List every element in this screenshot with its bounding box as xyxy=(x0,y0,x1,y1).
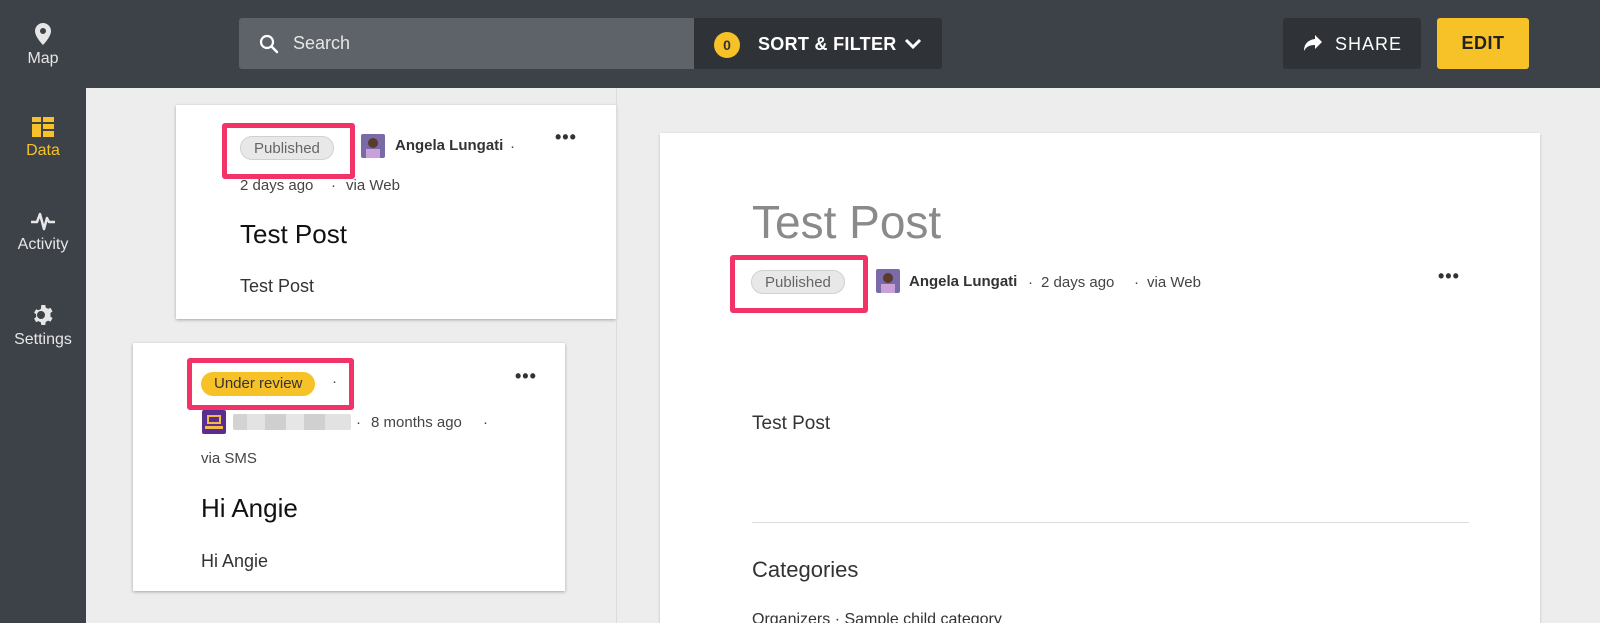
share-icon xyxy=(1304,35,1322,51)
data-icon xyxy=(32,117,54,137)
sidebar-item-data[interactable]: Data xyxy=(0,116,86,160)
sidebar-item-settings[interactable]: Settings xyxy=(0,303,86,349)
separator: · xyxy=(331,177,336,194)
chevron-down-icon xyxy=(904,38,922,50)
sidebar-item-label: Activity xyxy=(17,236,69,253)
gear-icon xyxy=(34,305,53,325)
share-button[interactable]: SHARE xyxy=(1283,18,1421,69)
more-options-icon[interactable]: ••• xyxy=(515,367,537,385)
sidebar: Map Data Activity Settings xyxy=(0,0,86,623)
sidebar-item-label: Settings xyxy=(14,331,72,348)
activity-icon xyxy=(31,212,55,231)
post-source: via Web xyxy=(1147,274,1201,291)
share-label: SHARE xyxy=(1335,34,1403,54)
post-time: 8 months ago xyxy=(371,414,462,431)
sort-filter-label: SORT & FILTER xyxy=(758,34,897,54)
post-title: Hi Angie xyxy=(201,493,298,523)
avatar xyxy=(202,410,226,434)
separator: · xyxy=(510,138,515,155)
categories-heading: Categories xyxy=(752,557,859,582)
edit-button[interactable]: EDIT xyxy=(1437,18,1529,69)
avatar xyxy=(876,269,900,293)
separator: · xyxy=(483,414,488,431)
post-title: Test Post xyxy=(240,219,347,249)
status-badge: Under review xyxy=(201,372,316,396)
sidebar-item-activity[interactable]: Activity xyxy=(0,210,86,254)
separator: · xyxy=(1134,274,1139,291)
search-icon xyxy=(259,34,279,54)
avatar xyxy=(361,134,385,158)
post-time: 2 days ago xyxy=(240,177,314,194)
search-input[interactable]: Search xyxy=(239,18,694,69)
detail-title: Test Post xyxy=(752,196,942,248)
sidebar-item-map[interactable]: Map xyxy=(0,22,86,68)
sidebar-item-label: Data xyxy=(26,142,60,159)
post-source: via SMS xyxy=(201,450,257,467)
separator: · xyxy=(1028,274,1033,291)
post-body: Test Post xyxy=(240,276,315,296)
categories-list: Organizers · Sample child category xyxy=(752,611,1002,623)
top-bar: Search 0 SORT & FILTER SHARE EDIT xyxy=(86,0,1600,88)
filter-count-badge: 0 xyxy=(714,32,740,58)
separator: · xyxy=(332,373,337,390)
detail-body: Test Post xyxy=(752,413,831,434)
post-list: Published Angela Lungati · 2 days ago · … xyxy=(86,88,616,623)
post-body: Hi Angie xyxy=(201,551,269,571)
sidebar-item-label: Map xyxy=(27,50,59,67)
redacted-author xyxy=(233,414,351,430)
map-pin-icon xyxy=(35,23,51,45)
more-options-icon[interactable]: ••• xyxy=(1438,267,1460,285)
post-source: via Web xyxy=(346,177,400,194)
author-name[interactable]: Angela Lungati xyxy=(909,273,1017,290)
post-detail: Test Post Published Angela Lungati · 2 d… xyxy=(660,133,1540,623)
panel-divider xyxy=(616,88,617,623)
author-name[interactable]: Angela Lungati xyxy=(395,137,503,154)
post-time: 2 days ago xyxy=(1041,274,1115,291)
post-card[interactable]: Under review · ••• · 8 months ago · via … xyxy=(133,343,565,591)
separator: · xyxy=(356,414,361,431)
search-placeholder: Search xyxy=(293,33,351,53)
status-badge: Published xyxy=(240,136,334,160)
more-options-icon[interactable]: ••• xyxy=(555,128,577,146)
divider xyxy=(752,522,1469,523)
status-badge: Published xyxy=(751,270,845,294)
sort-filter-button[interactable]: 0 SORT & FILTER xyxy=(694,18,942,69)
post-card[interactable]: Published Angela Lungati · 2 days ago · … xyxy=(176,105,616,319)
